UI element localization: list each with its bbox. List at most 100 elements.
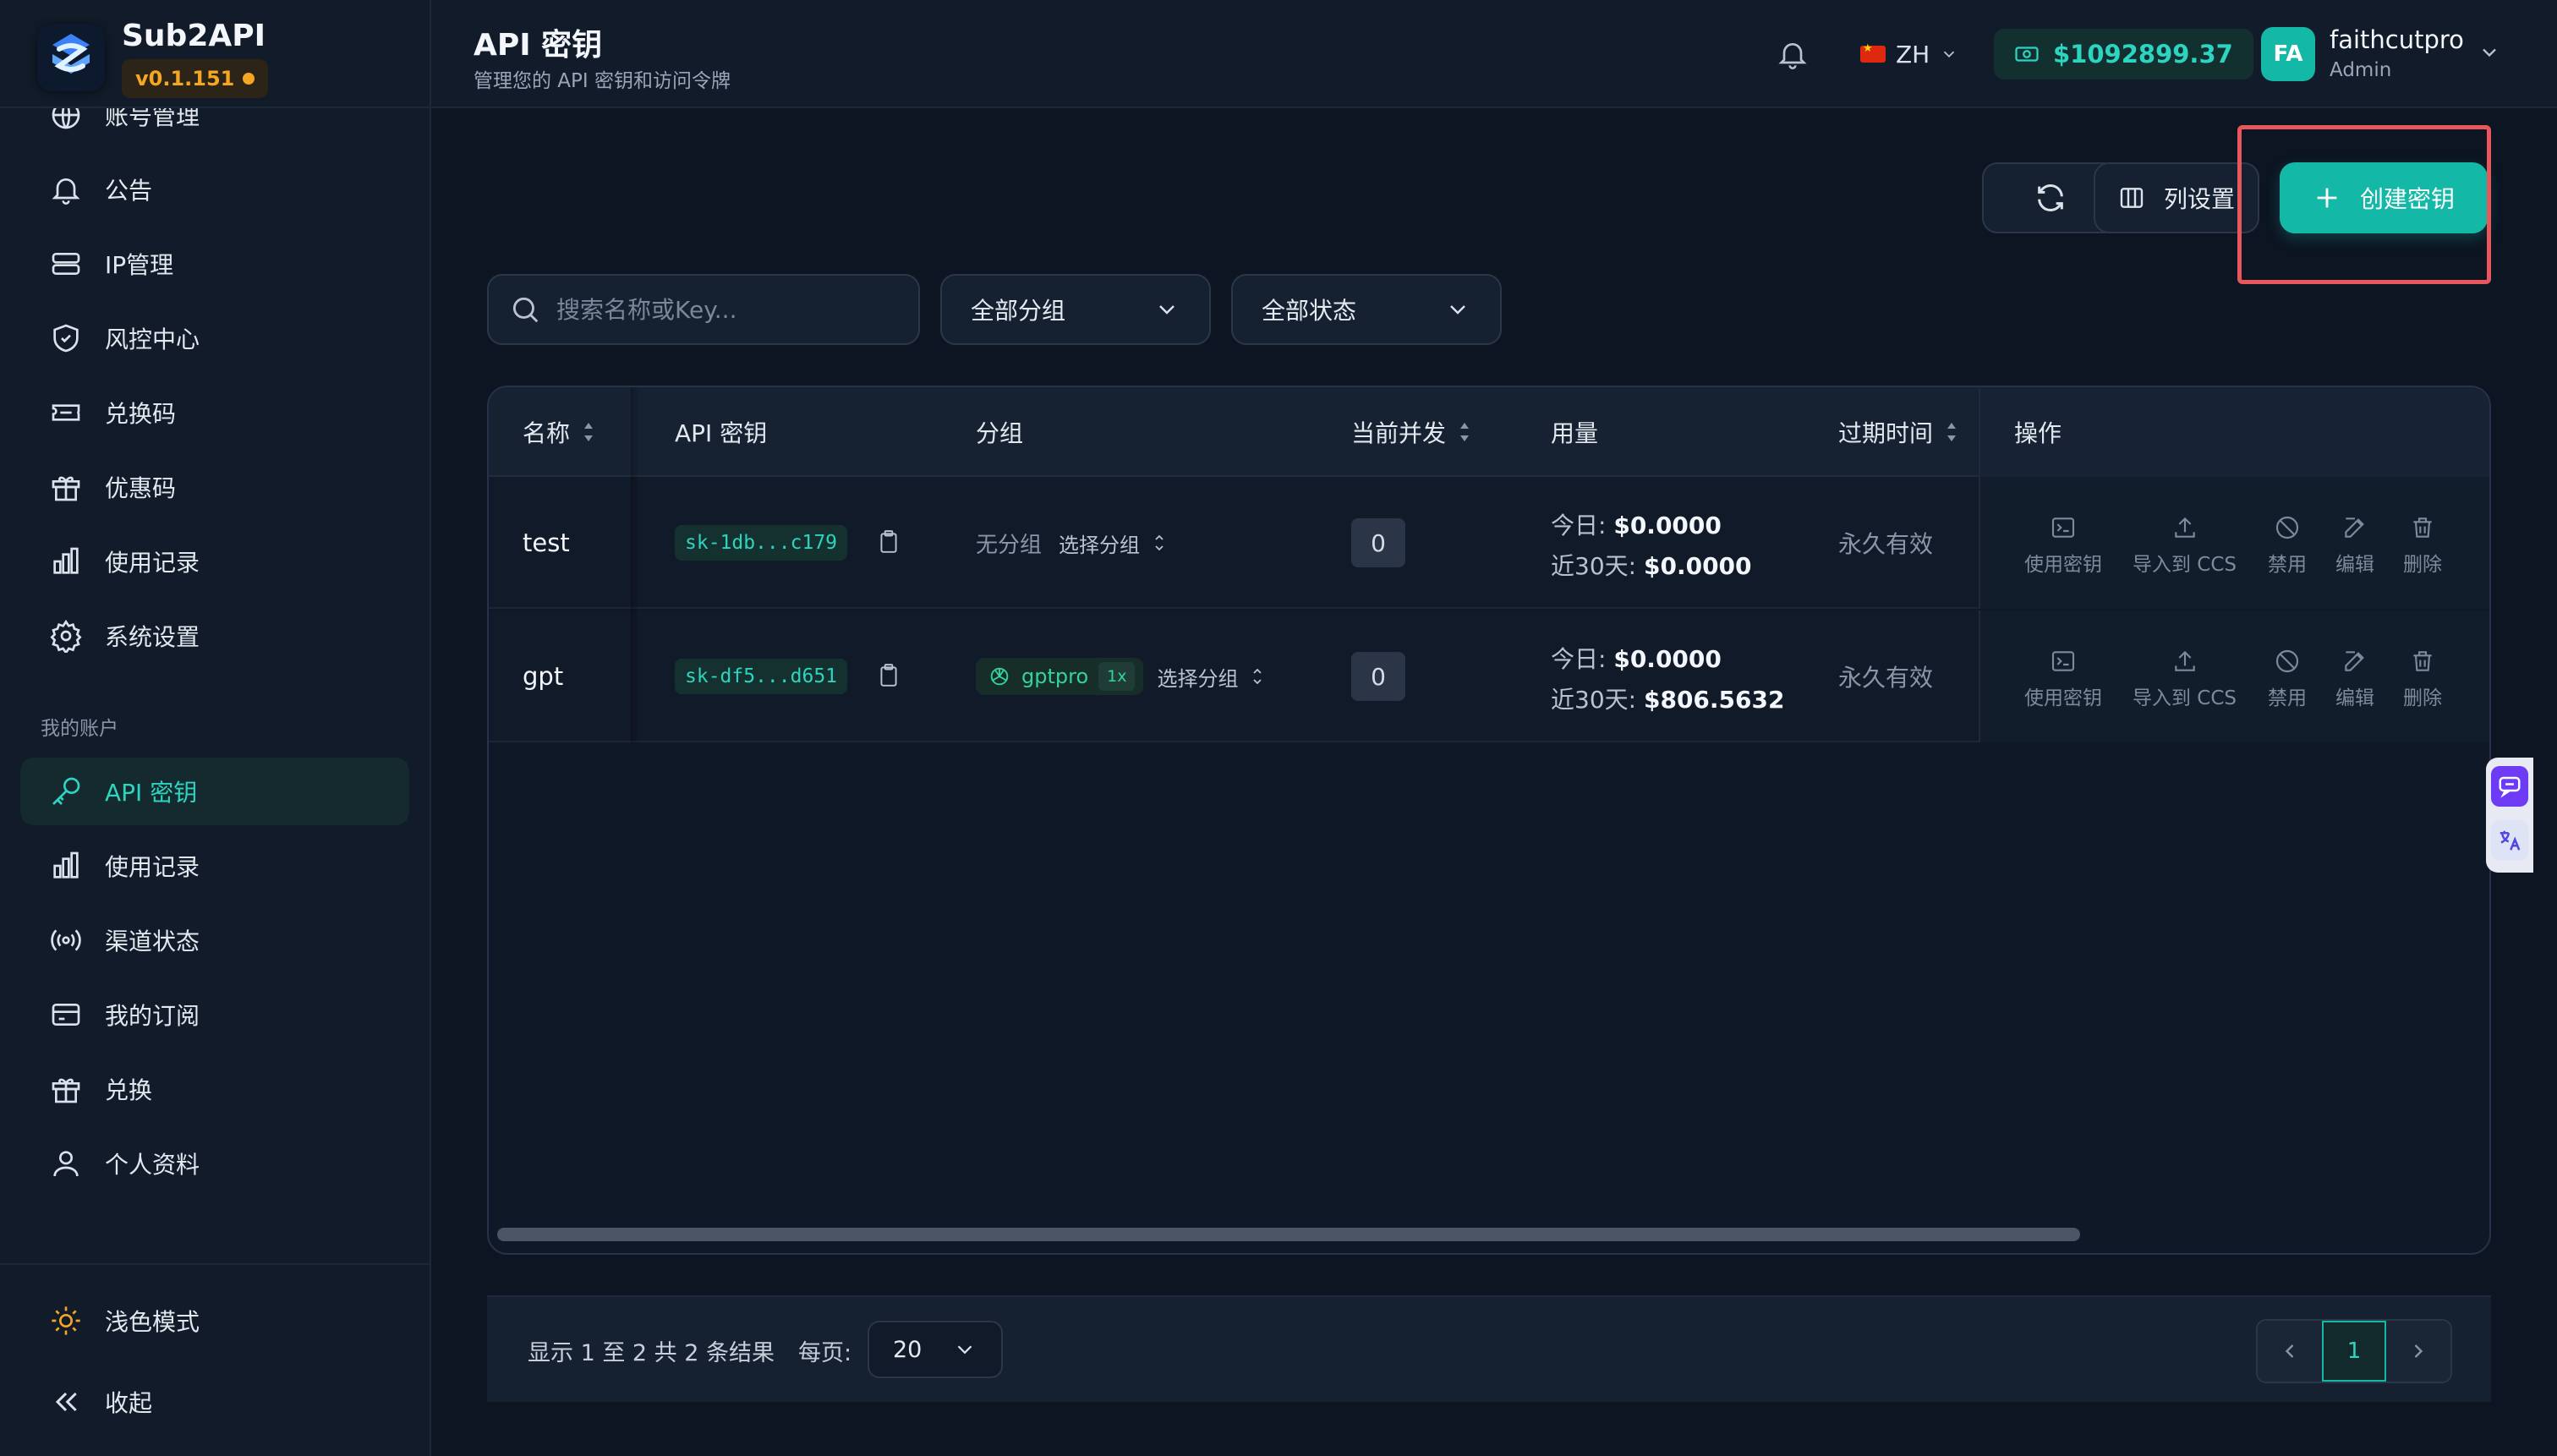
sidebar-item-label: 使用记录	[105, 549, 200, 577]
sidebar-item-redeem[interactable]: 兑换	[20, 1055, 409, 1123]
search-field[interactable]	[487, 274, 920, 345]
usage-today: 今日: $0.0000	[1551, 641, 1722, 675]
delete-button[interactable]: 删除	[2403, 514, 2442, 577]
sidebar-item-announcements[interactable]: 公告	[20, 156, 409, 223]
sidebar-item-label: IP管理	[105, 251, 174, 279]
column-settings-button[interactable]: 列设置	[2094, 162, 2259, 233]
sidebar-item-settings[interactable]: 系统设置	[20, 602, 409, 670]
shield-icon	[53, 324, 79, 353]
sidebar-item-redeem-codes[interactable]: 兑换码	[20, 379, 409, 446]
brand[interactable]: Sub2API v0.1.151	[37, 19, 409, 103]
copy-key-button[interactable]	[878, 529, 900, 555]
column-header-usage: 用量	[1551, 387, 1598, 477]
clipboard-icon	[880, 664, 897, 687]
column-header-concurrency[interactable]: 当前并发	[1351, 387, 1471, 477]
column-header-expiry[interactable]: 过期时间	[1838, 387, 1958, 477]
per-page-label: 每页:	[798, 1340, 852, 1366]
table-row: test sk-1db...c179 无分组 选择分组 0 今日: $0.000…	[489, 477, 2489, 609]
select-group-button[interactable]: 选择分组	[1059, 528, 1167, 558]
select-group-button[interactable]: 选择分组	[1157, 662, 1265, 692]
avatar[interactable]: FA	[2261, 27, 2315, 81]
import-ccs-button[interactable]: 导入到 CCS	[2133, 514, 2237, 577]
disable-button[interactable]: 禁用	[2268, 514, 2307, 577]
page-title: API 密钥	[474, 28, 603, 63]
server-icon	[52, 253, 80, 275]
columns-icon	[2120, 188, 2144, 208]
upload-icon	[2174, 650, 2195, 671]
chevron-down-icon	[1450, 305, 1465, 315]
sidebar-nav: 账号管理 公告 IP管理 风控中心 兑换码 优惠码 使用记录 系统设置 我的账户…	[0, 108, 431, 1260]
bar-chart-icon	[53, 547, 79, 574]
notification-bell-icon[interactable]	[1776, 37, 1810, 71]
sidebar-item-usage-admin[interactable]: 使用记录	[20, 528, 409, 595]
brand-logo-icon	[37, 24, 105, 91]
group-cell: 无分组 选择分组	[976, 477, 1167, 609]
chat-widget-button[interactable]	[2491, 766, 2528, 807]
trash-icon	[2413, 517, 2432, 538]
money-icon	[2015, 47, 2039, 62]
disable-button[interactable]: 禁用	[2268, 648, 2307, 710]
sidebar-item-coupons[interactable]: 优惠码	[20, 453, 409, 521]
sidebar: Sub2API v0.1.151 账号管理 公告 IP管理 风控中心 兑换码 优…	[0, 0, 431, 1456]
sidebar-item-usage[interactable]: 使用记录	[20, 832, 409, 900]
concurrency-value: 0	[1351, 518, 1405, 567]
delete-button[interactable]: 删除	[2403, 648, 2442, 710]
edit-button[interactable]: 编辑	[2335, 648, 2374, 710]
sidebar-item-label: 账号管理	[105, 108, 200, 130]
sidebar-item-risk[interactable]: 风控中心	[20, 304, 409, 372]
scrollbar-thumb[interactable]	[497, 1228, 2080, 1241]
sidebar-item-accounts[interactable]: 账号管理	[20, 108, 409, 149]
usage-30d: 近30天: $0.0000	[1551, 548, 1752, 582]
api-key-value: sk-1db...c179	[675, 525, 848, 561]
sidebar-item-channel-status[interactable]: 渠道状态	[20, 906, 409, 974]
chevron-down-icon[interactable]	[2478, 41, 2501, 64]
column-header-key: API 密钥	[675, 387, 767, 477]
user-name[interactable]: faithcutpro	[2330, 25, 2464, 54]
sidebar-item-subscriptions[interactable]: 我的订阅	[20, 981, 409, 1048]
column-header-actions: 操作	[2014, 387, 2061, 477]
edit-button[interactable]: 编辑	[2335, 514, 2374, 577]
language-selector[interactable]: ZH	[1860, 34, 1958, 74]
table-row: gpt sk-df5...d651 gptpro 1x 选择分组 0 今日: $…	[489, 610, 2489, 742]
chevron-left-icon	[2285, 1344, 2294, 1358]
sidebar-item-ip[interactable]: IP管理	[20, 230, 409, 298]
chevrons-left-icon	[55, 1392, 77, 1412]
sidebar-item-label: 我的订阅	[105, 1002, 200, 1030]
group-filter-value: 全部分组	[971, 297, 1066, 325]
action-label: 禁用	[2268, 687, 2307, 709]
sidebar-item-label: 个人资料	[105, 1151, 200, 1179]
language-code: ZH	[1896, 40, 1930, 68]
use-key-button[interactable]: 使用密钥	[2024, 648, 2102, 710]
collapse-sidebar-button[interactable]: 收起	[20, 1368, 409, 1436]
column-header-name[interactable]: 名称	[523, 387, 595, 477]
theme-toggle-label: 浅色模式	[105, 1308, 200, 1336]
usage-today: 今日: $0.0000	[1551, 507, 1722, 541]
page-number-button[interactable]: 1	[2322, 1321, 2386, 1382]
use-key-button[interactable]: 使用密钥	[2024, 514, 2102, 577]
gift-icon	[52, 476, 80, 501]
group-filter-select[interactable]: 全部分组	[940, 274, 1211, 345]
version-text: v0.1.151	[135, 67, 235, 90]
copy-key-button[interactable]	[878, 663, 900, 688]
chat-icon	[2499, 776, 2521, 798]
sidebar-item-api-keys[interactable]: API 密钥	[20, 758, 409, 825]
search-input[interactable]	[556, 295, 918, 324]
ticket-icon	[52, 404, 80, 421]
usage-30d-label: 近30天:	[1551, 552, 1637, 580]
action-label: 导入到 CCS	[2133, 554, 2237, 576]
per-page-select[interactable]: 20	[868, 1321, 1003, 1378]
sidebar-item-profile[interactable]: 个人资料	[20, 1130, 409, 1197]
import-ccs-button[interactable]: 导入到 CCS	[2133, 648, 2237, 710]
next-page-button[interactable]	[2386, 1321, 2450, 1382]
group-badge: gptpro 1x	[976, 658, 1144, 695]
prev-page-button[interactable]	[2258, 1321, 2322, 1382]
status-filter-select[interactable]: 全部状态	[1231, 274, 1502, 345]
translate-widget-button[interactable]	[2491, 820, 2528, 861]
balance-badge[interactable]: $1092899.37	[1994, 29, 2253, 79]
horizontal-scrollbar[interactable]	[497, 1228, 2484, 1241]
action-label: 禁用	[2268, 554, 2307, 576]
expiry-value: 永久有效	[1838, 530, 1934, 558]
expiry-value: 永久有效	[1838, 664, 1934, 692]
chevron-down-icon	[1944, 51, 1955, 58]
theme-toggle[interactable]: 浅色模式	[20, 1287, 409, 1355]
